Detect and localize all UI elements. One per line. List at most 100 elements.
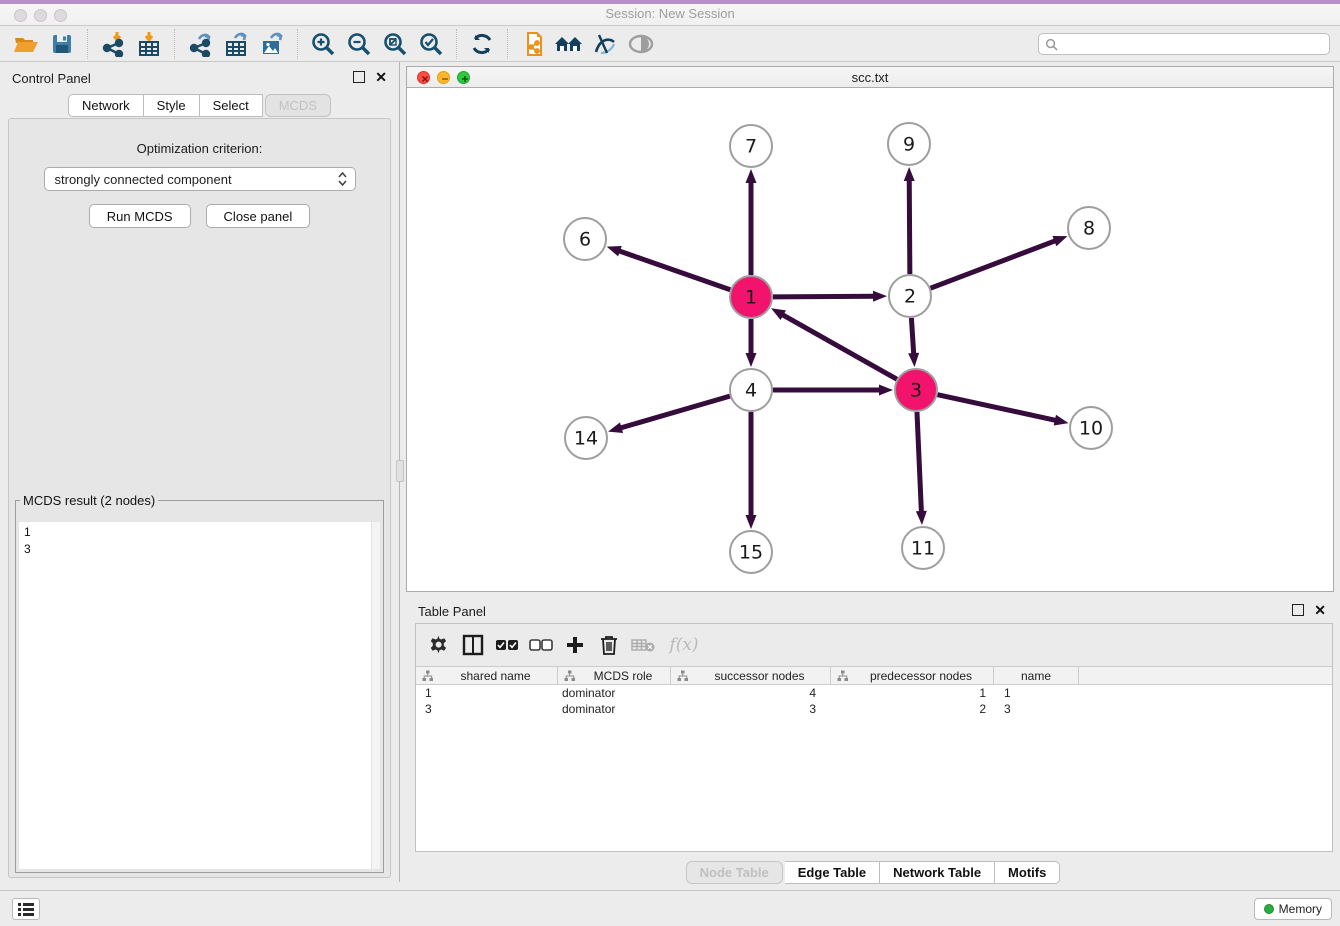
node-3[interactable]: 3 [895,369,937,411]
criterion-select[interactable]: strongly connected component [44,167,356,191]
zoom-in-button[interactable] [305,29,341,59]
export-image-button[interactable] [254,29,290,59]
node-7[interactable]: 7 [730,125,772,167]
arrowhead [607,246,622,256]
table-row[interactable]: 1 dominator 4 1 1 [416,685,1332,701]
optimization-criterion-label: Optimization criterion: [9,141,390,156]
close-panel-button[interactable]: Close panel [206,204,311,228]
tab-mcds[interactable]: MCDS [265,94,331,117]
search-input[interactable] [1058,36,1323,52]
node-1[interactable]: 1 [730,276,772,318]
edge-2-3[interactable] [908,318,919,367]
node-14[interactable]: 14 [565,417,607,459]
vertical-splitter-handle[interactable] [396,460,404,482]
float-panel-icon[interactable] [353,71,365,83]
float-table-panel-icon[interactable] [1292,604,1304,616]
tab-style[interactable]: Style [144,94,200,117]
task-history-button[interactable] [12,898,40,920]
arrowhead [873,291,887,302]
table-panel-title: Table Panel [418,604,486,619]
column-header-name[interactable]: name [994,667,1079,684]
toolbar-separator [174,29,175,59]
edge-1-4[interactable] [746,319,757,367]
cell-predecessor-nodes: 1 [831,685,994,701]
memory-status-dot [1264,904,1274,914]
graphics-details-button[interactable] [587,29,623,59]
node-8[interactable]: 8 [1068,207,1110,249]
table-row[interactable]: 3 dominator 3 2 3 [416,701,1332,717]
column-header-shared-name[interactable]: shared name [416,667,558,684]
result-line: 3 [24,541,375,558]
column-header-successor-nodes[interactable]: successor nodes [671,667,831,684]
edge-3-11[interactable] [916,412,927,525]
application-window: Session: New Session [0,0,1340,926]
tab-node-table[interactable]: Node Table [686,861,783,884]
tab-motifs[interactable]: Motifs [995,861,1060,884]
network-canvas[interactable]: 7 9 6 8 1 2 4 3 14 10 15 11 [406,88,1334,592]
table-tab-bar: Node Table Edge Table Network Table Moti… [406,861,1340,884]
tab-edge-table[interactable]: Edge Table [785,861,880,884]
edge-3-1[interactable] [771,308,897,379]
export-table-button[interactable] [218,29,254,59]
toolbar-separator [456,29,457,59]
apply-layout-button[interactable] [464,29,500,59]
birds-eye-view-button[interactable] [623,29,659,59]
node-6[interactable]: 6 [564,218,606,260]
export-network-icon [187,31,213,57]
column-view-button[interactable] [458,630,488,660]
network-window-titlebar[interactable]: scc.txt [406,66,1334,88]
edge-1-7[interactable] [746,169,757,275]
svg-text:2: 2 [904,286,916,308]
open-session-button[interactable] [8,29,44,59]
mcds-result-textarea[interactable]: 1 3 [19,522,380,869]
edge-2-8[interactable] [931,236,1068,288]
edge-3-10[interactable] [937,395,1068,426]
open-network-file-button[interactable] [515,29,551,59]
edge-4-15[interactable] [746,412,757,529]
node-10[interactable]: 10 [1070,407,1112,449]
arrowhead [904,167,915,181]
select-all-rows-button[interactable] [492,630,522,660]
edge-4-3[interactable] [773,385,893,396]
import-network-button[interactable] [95,29,131,59]
delete-column-button[interactable] [594,630,624,660]
result-scrollbar[interactable] [371,522,380,869]
svg-text:8: 8 [1083,218,1095,240]
column-header-mcds-role[interactable]: MCDS role [558,667,671,684]
delete-table-icon [631,637,655,653]
edge-1-2[interactable] [773,291,887,302]
close-panel-icon[interactable]: ✕ [375,69,387,86]
arrowhead [879,385,893,396]
zoom-out-button[interactable] [341,29,377,59]
svg-text:7: 7 [745,136,757,158]
save-session-button[interactable] [44,29,80,59]
edge-1-6[interactable] [607,246,731,290]
tab-select[interactable]: Select [200,94,263,117]
zoom-out-icon [346,31,372,57]
node-2[interactable]: 2 [889,275,931,317]
node-11[interactable]: 11 [902,527,944,569]
edge-4-14[interactable] [608,396,730,433]
hierarchy-icon [422,670,434,682]
deselect-all-rows-button[interactable] [526,630,556,660]
create-column-button[interactable] [560,630,590,660]
zoom-fit-button[interactable] [377,29,413,59]
zoom-selected-button[interactable] [413,29,449,59]
run-mcds-button[interactable]: Run MCDS [89,204,191,228]
node-9[interactable]: 9 [888,123,930,165]
export-network-button[interactable] [182,29,218,59]
tab-network-table[interactable]: Network Table [880,861,995,884]
table-settings-button[interactable] [424,630,454,660]
node-4[interactable]: 4 [730,369,772,411]
gear-icon [429,635,449,655]
node-15[interactable]: 15 [730,531,772,573]
import-table-button[interactable] [131,29,167,59]
column-header-predecessor-nodes[interactable]: predecessor nodes [831,667,994,684]
edge-2-9[interactable] [904,167,915,274]
close-table-panel-icon[interactable]: ✕ [1314,602,1326,619]
tab-network[interactable]: Network [68,94,144,117]
import-network-icon [100,31,126,57]
search-field[interactable] [1038,33,1330,55]
cyndex-home-button[interactable] [551,29,587,59]
memory-button[interactable]: Memory [1254,898,1332,920]
